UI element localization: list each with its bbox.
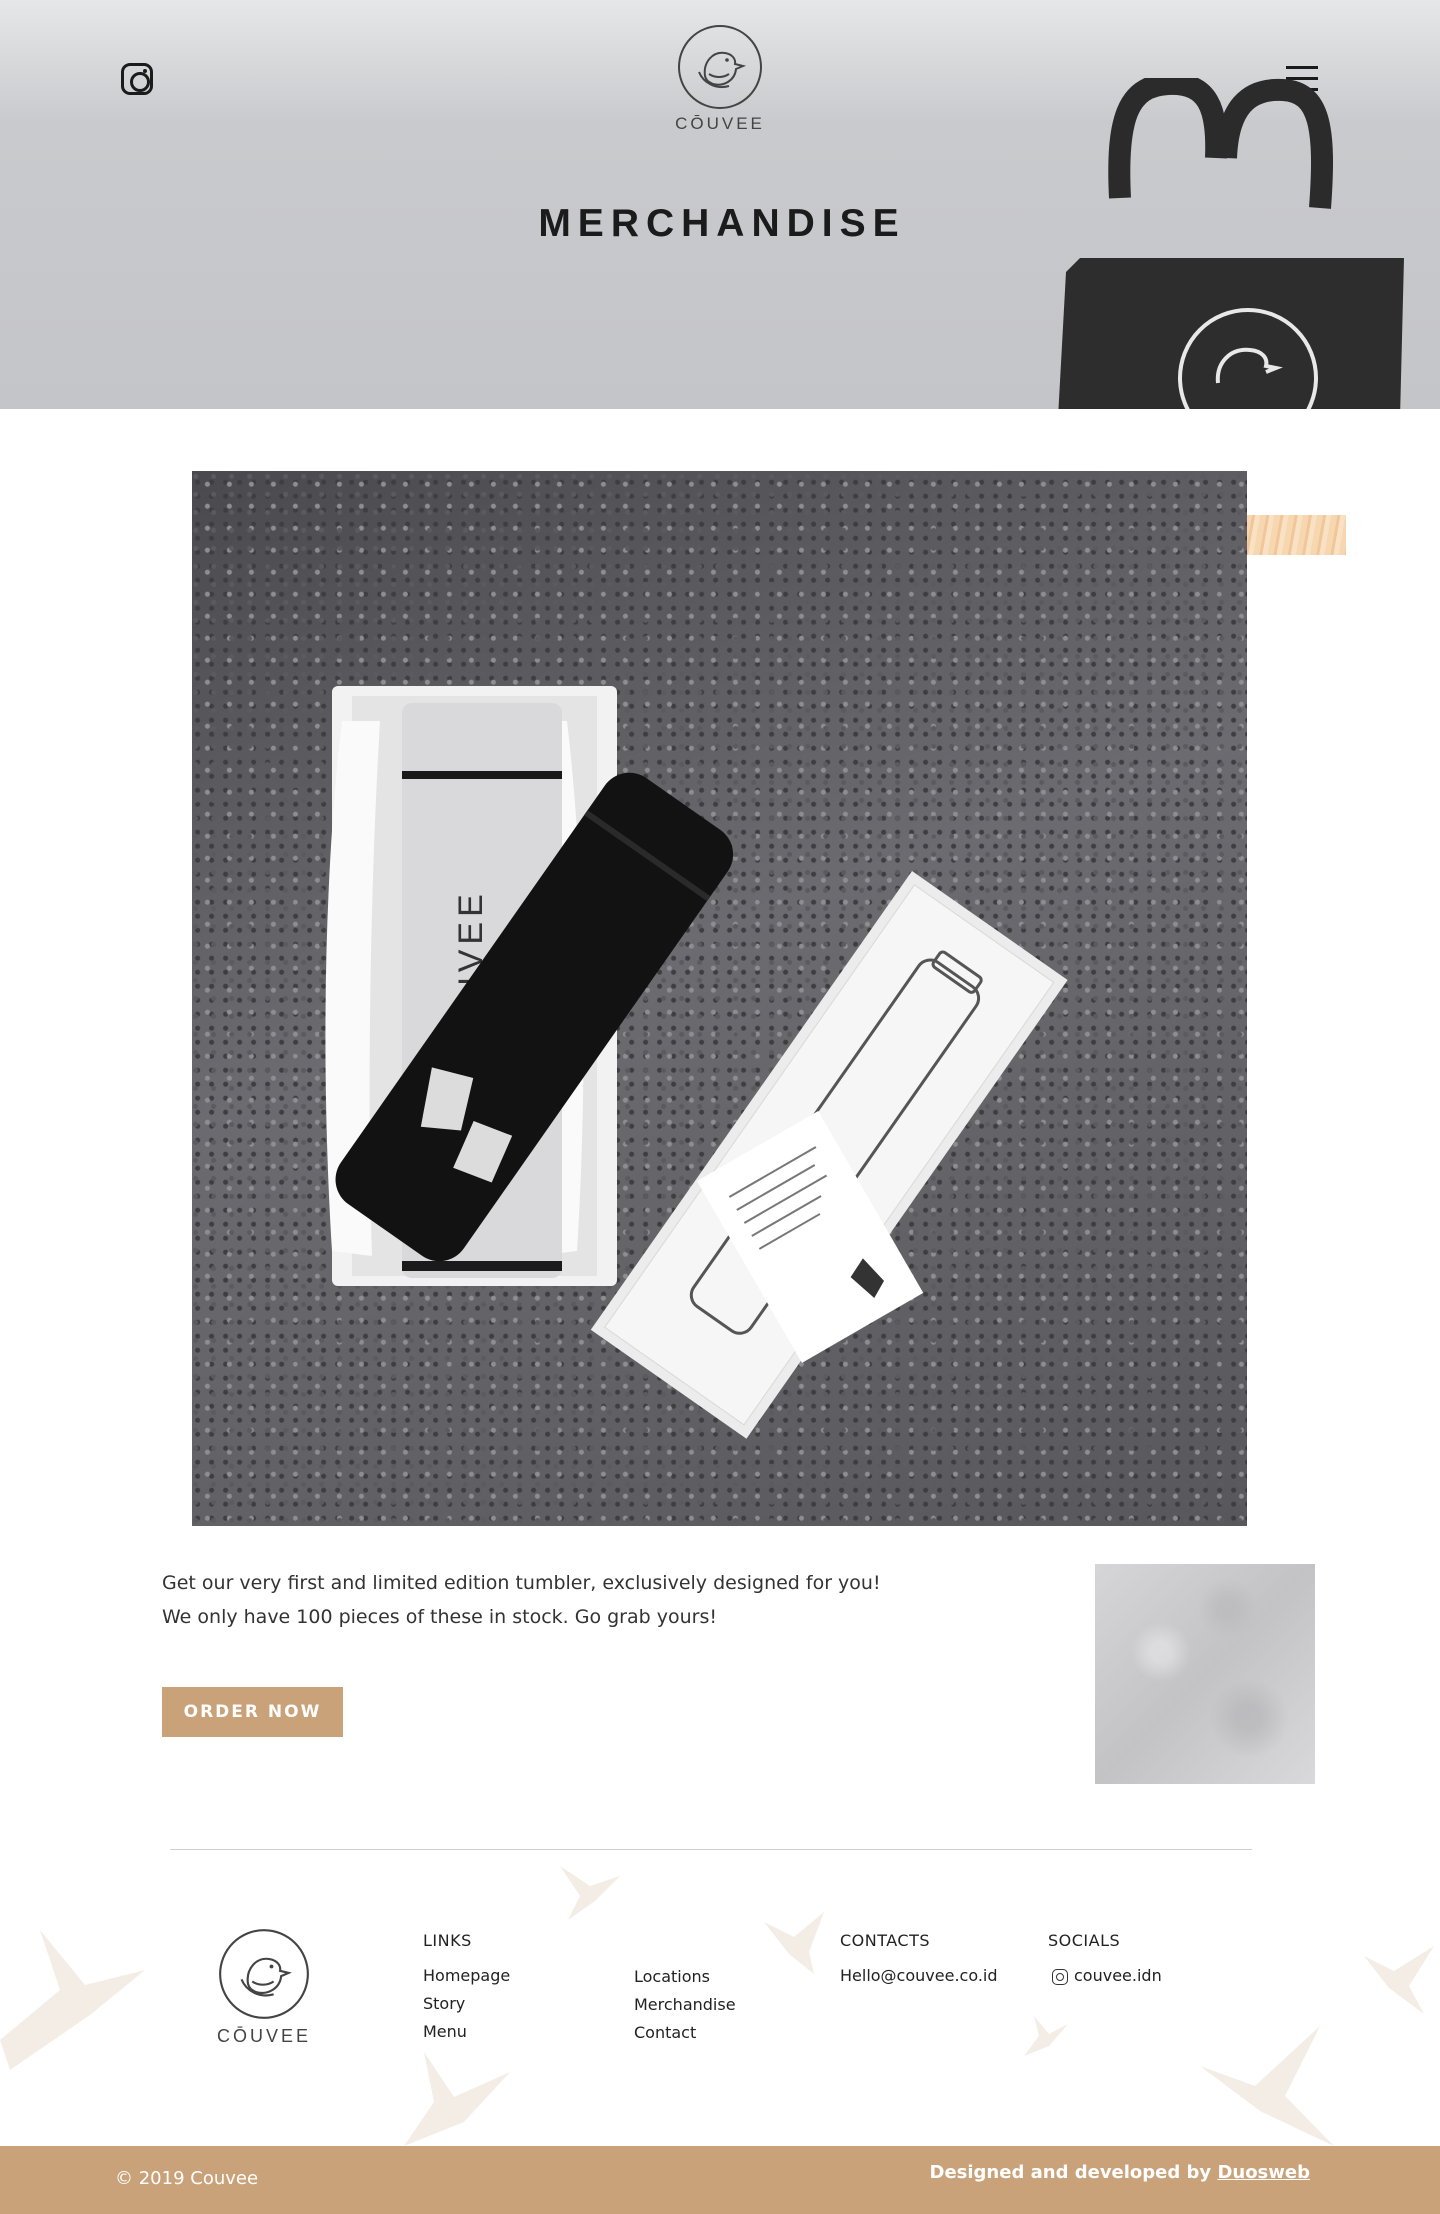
copyright-text: © 2019 Couvee — [115, 2168, 259, 2189]
wood-accent-strip — [1246, 515, 1346, 555]
instagram-icon — [1052, 1969, 1068, 1985]
brand-logo[interactable]: CŌUVEE — [672, 24, 768, 140]
description-line-2: We only have 100 pieces of these in stoc… — [162, 1606, 717, 1628]
contacts-heading: CONTACTS — [840, 1931, 931, 1950]
instagram-icon[interactable] — [121, 63, 153, 95]
brand-wordmark: CŌUVEE — [675, 114, 765, 133]
order-now-button[interactable]: ORDER NOW — [162, 1687, 343, 1737]
origami-bird-icon — [1364, 1946, 1434, 2014]
product-description: Get our very first and limited edition t… — [162, 1566, 982, 1634]
bird-logo-icon — [219, 1929, 309, 2019]
origami-bird-icon — [764, 1912, 824, 1974]
footer-wordmark: CŌUVEE — [216, 2026, 312, 2046]
links-heading: LINKS — [423, 1931, 472, 1950]
footer-link-contact[interactable]: Contact — [634, 2023, 696, 2042]
footer-link-homepage[interactable]: Homepage — [423, 1966, 510, 1985]
description-line-1: Get our very first and limited edition t… — [162, 1572, 881, 1594]
origami-bird-icon — [0, 1930, 145, 2070]
duosweb-link[interactable]: Duosweb — [1217, 2162, 1310, 2183]
footer-link-locations[interactable]: Locations — [634, 1967, 710, 1986]
footer-link-story[interactable]: Story — [423, 1994, 465, 2013]
concrete-texture-image — [1095, 1564, 1315, 1784]
instagram-handle-link[interactable]: couvee.idn — [1074, 1966, 1162, 1985]
socials-heading: SOCIALS — [1048, 1931, 1121, 1950]
origami-bird-icon — [404, 2052, 510, 2146]
tumbler-product-photo: CŌUVEE — [192, 471, 1247, 1526]
origami-bird-icon — [1200, 2026, 1334, 2146]
footer-link-merchandise[interactable]: Merchandise — [634, 1995, 736, 2014]
footer-divider — [170, 1849, 1252, 1850]
credit-prefix: Designed and developed by — [929, 2162, 1212, 2183]
credit-text: Designed and developed by Duosweb — [930, 2162, 1310, 2183]
footer-logo[interactable]: CŌUVEE — [214, 1928, 314, 2050]
origami-bird-icon — [1024, 2016, 1068, 2056]
contact-email-link[interactable]: Hello@couvee.co.id — [840, 1966, 998, 1985]
bird-logo-icon — [678, 25, 762, 109]
hero-header: CŌUVEE MERCHANDISE — [0, 0, 1440, 409]
tote-bag-image — [1058, 78, 1404, 409]
footer-link-menu[interactable]: Menu — [423, 2022, 467, 2041]
origami-bird-icon — [560, 1866, 620, 1920]
